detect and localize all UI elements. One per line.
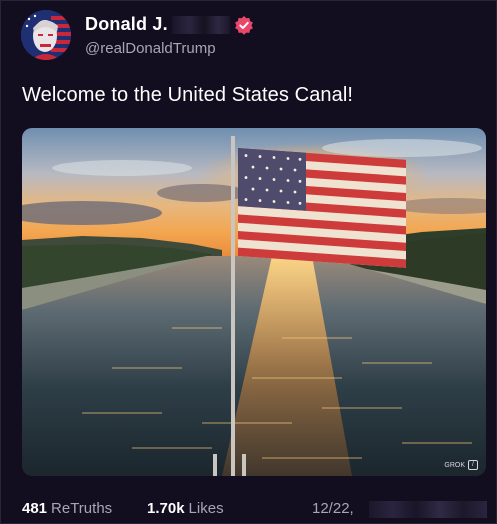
- grok-logo-icon: /: [468, 460, 478, 470]
- date-blur-redaction: [369, 501, 487, 518]
- retruths-label: ReTruths: [51, 500, 113, 517]
- likes-stat[interactable]: 1.70k Likes: [147, 500, 224, 517]
- avatar[interactable]: [21, 10, 71, 60]
- name-blur-redaction: [171, 15, 230, 34]
- verified-badge-icon: [234, 15, 253, 35]
- post-image[interactable]: GROK /: [22, 128, 486, 476]
- post-header: Donald J. @realDonaldTrump: [21, 10, 481, 62]
- display-name[interactable]: Donald J.: [85, 14, 168, 35]
- likes-count: 1.70k: [147, 500, 185, 517]
- post-stats: 481 ReTruths 1.70k Likes 12/22,: [22, 500, 492, 520]
- retruths-stat[interactable]: 481 ReTruths: [22, 500, 112, 517]
- canal-flag-image: [22, 128, 486, 476]
- retruths-count: 481: [22, 500, 48, 517]
- user-handle[interactable]: @realDonaldTrump: [85, 40, 216, 57]
- post-date[interactable]: 12/22,: [312, 500, 354, 517]
- grok-watermark: GROK /: [444, 460, 478, 470]
- grok-watermark-label: GROK: [444, 461, 465, 469]
- post-text: Welcome to the United States Canal!: [22, 84, 354, 106]
- name-row: Donald J.: [85, 14, 254, 35]
- likes-label: Likes: [188, 500, 224, 517]
- post-card: Donald J. @realDonaldTrump Welcome to th…: [0, 0, 497, 524]
